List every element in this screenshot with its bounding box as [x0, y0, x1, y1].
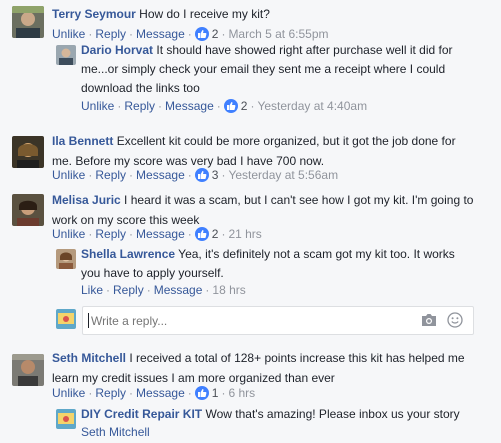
- timestamp[interactable]: 6 hrs: [228, 386, 255, 400]
- reply-input[interactable]: [89, 311, 393, 331]
- reply-link[interactable]: Reply: [95, 227, 126, 241]
- unlike-link[interactable]: Unlike: [52, 27, 85, 41]
- like-icon[interactable]: [194, 168, 209, 182]
- reply-text: me...or simply check your email they sen…: [81, 62, 446, 76]
- reply-link[interactable]: Reply: [95, 386, 126, 400]
- like-icon[interactable]: [194, 227, 209, 241]
- comment-body: Terry Seymour How do I receive my kit?: [52, 4, 492, 24]
- reply-body: Dario Horvat It should have showed right…: [81, 41, 491, 98]
- like-icon[interactable]: [194, 27, 209, 41]
- avatar: [56, 309, 76, 329]
- comment-author[interactable]: Terry Seymour: [52, 7, 136, 21]
- reply-text: you have to apply yourself.: [81, 266, 224, 280]
- comment-text: Excellent kit could be more organized, b…: [116, 134, 456, 148]
- reply-link[interactable]: Reply: [95, 27, 126, 41]
- comment-actions: Unlike · Reply · Message · 2 · March 5 at 6:55pm: [52, 27, 329, 41]
- emoji-icon[interactable]: [447, 312, 463, 331]
- comment-text: learn my credit issues I am more organiz…: [52, 371, 335, 385]
- reply-text: Yea, it's definitely not a scam got my k…: [178, 247, 455, 261]
- timestamp[interactable]: Yesterday at 4:40am: [257, 99, 367, 113]
- reply-link[interactable]: Reply: [95, 168, 126, 182]
- comment-text: work on my score this week: [52, 213, 200, 227]
- avatar[interactable]: [12, 194, 44, 226]
- avatar[interactable]: [12, 6, 44, 38]
- reply-author[interactable]: DIY Credit Repair KIT: [81, 407, 202, 421]
- avatar[interactable]: [56, 409, 76, 429]
- comment-author[interactable]: Ila Bennett: [52, 134, 113, 148]
- comment-author[interactable]: Melisa Juric: [52, 193, 121, 207]
- like-link[interactable]: Like: [81, 283, 103, 297]
- comment-text: me. Before my score was very bad I have …: [52, 154, 325, 168]
- comment-actions: Unlike · Reply · Message · 2 · 21 hrs: [52, 227, 262, 241]
- unlike-link[interactable]: Unlike: [52, 168, 85, 182]
- unlike-link[interactable]: Unlike: [52, 386, 85, 400]
- reply-text: download the links too: [81, 81, 200, 95]
- comment-author[interactable]: Seth Mitchell: [52, 351, 126, 365]
- reply-link[interactable]: Reply: [113, 283, 144, 297]
- reply-text: Wow that's amazing! Please inbox us your…: [205, 407, 460, 421]
- reply-author[interactable]: Shella Lawrence: [81, 247, 175, 261]
- reply-body: DIY Credit Repair KIT Wow that's amazing…: [81, 405, 491, 441]
- like-icon[interactable]: [223, 99, 238, 113]
- reply-text: It should have showed right after purcha…: [156, 43, 453, 57]
- timestamp[interactable]: Yesterday at 5:56am: [228, 168, 338, 182]
- timestamp[interactable]: 21 hrs: [228, 227, 261, 241]
- timestamp[interactable]: March 5 at 6:55pm: [228, 27, 328, 41]
- tagged-user-link[interactable]: Seth Mitchell: [81, 425, 150, 439]
- avatar[interactable]: [12, 354, 44, 386]
- message-link[interactable]: Message: [136, 27, 185, 41]
- reply-actions: Unlike · Reply · Message · 2 · Yesterday at 4:40…: [81, 99, 368, 113]
- comment-text: I received a total of 128+ points increa…: [129, 351, 465, 365]
- comment-text: I heard it was a scam, but I can't see h…: [124, 193, 474, 207]
- avatar[interactable]: [56, 249, 76, 269]
- unlike-link[interactable]: Unlike: [52, 227, 85, 241]
- comment-body: Melisa Juric I heard it was a scam, but …: [52, 190, 492, 230]
- message-link[interactable]: Message: [136, 386, 185, 400]
- message-link[interactable]: Message: [154, 283, 203, 297]
- comment-actions: Unlike · Reply · Message · 3 · Yesterday at 5:56…: [52, 168, 339, 182]
- unlike-link[interactable]: Unlike: [81, 99, 114, 113]
- reply-body: Shella Lawrence Yea, it's definitely not…: [81, 245, 491, 283]
- camera-icon[interactable]: [421, 313, 437, 330]
- reply-actions: Like · Reply · Message · 18 hrs: [81, 283, 246, 297]
- comment-text: How do I receive my kit?: [139, 7, 270, 21]
- timestamp[interactable]: 18 hrs: [212, 283, 245, 297]
- reply-composer[interactable]: [82, 306, 474, 335]
- like-icon[interactable]: [194, 386, 209, 400]
- reply-link[interactable]: Reply: [124, 99, 155, 113]
- message-link[interactable]: Message: [165, 99, 214, 113]
- comment-actions: Unlike · Reply · Message · 1 · 6 hrs: [52, 386, 256, 400]
- comment-body: Seth Mitchell I received a total of 128+…: [52, 348, 492, 388]
- avatar[interactable]: [56, 45, 76, 65]
- reply-author[interactable]: Dario Horvat: [81, 43, 153, 57]
- avatar[interactable]: [12, 136, 44, 168]
- comment-body: Ila Bennett Excellent kit could be more …: [52, 131, 492, 171]
- message-link[interactable]: Message: [136, 168, 185, 182]
- message-link[interactable]: Message: [136, 227, 185, 241]
